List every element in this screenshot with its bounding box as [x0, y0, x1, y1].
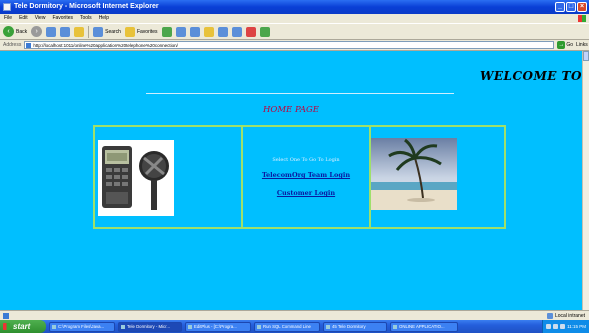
page-title: HOME PAGE — [262, 105, 320, 115]
clock[interactable]: 11:15 PM — [567, 324, 586, 329]
beach-palm-image — [371, 138, 457, 210]
window-title-bar: Tele Dormitory - Microsoft Internet Expl… — [0, 0, 589, 14]
address-url: http://localhost:1011/online%20applicati… — [33, 43, 178, 48]
anemometer-image — [98, 140, 174, 216]
search-label: Search — [105, 28, 121, 35]
taskbar-item-ie[interactable]: Tele Dormitory - Micr... — [118, 321, 182, 332]
customer-login-link[interactable]: Customer Login — [277, 189, 335, 197]
console-icon — [257, 324, 261, 329]
favorites-label: Favorites — [136, 28, 158, 35]
table-cell-right — [371, 127, 504, 227]
taskbar-item-label: ONLINE APPLICATIO... — [399, 323, 445, 329]
print-icon[interactable] — [189, 26, 200, 37]
tools-icon[interactable] — [259, 26, 270, 37]
taskbar-item-label: Tele Dormitory - Micr... — [127, 323, 170, 329]
folder-icon — [393, 324, 397, 329]
page-status-icon — [3, 313, 9, 319]
taskbar-item-java-folder[interactable]: C:\Program Files\Java... — [49, 321, 115, 332]
start-button[interactable]: start — [0, 320, 46, 333]
forward-button[interactable]: › — [31, 26, 43, 37]
welcome-heading: WELCOME TO — [479, 69, 582, 83]
windows-logo-icon — [578, 15, 586, 22]
toolbar-separator — [88, 25, 90, 38]
taskbar-item-group[interactable]: 45 Tele Dormitory — [323, 321, 387, 332]
back-arrow-icon: ‹ — [3, 26, 14, 37]
go-arrow-icon: → — [557, 41, 566, 49]
ie-icon — [121, 324, 125, 329]
taskbar-item-label: 45 Tele Dormitory — [332, 323, 366, 329]
table-cell-middle: Select One To Go To Login TelecomOrg Tea… — [243, 127, 371, 227]
favorites-button[interactable]: Favorites — [124, 26, 158, 37]
back-button[interactable]: ‹ Back — [3, 26, 27, 37]
editplus-icon — [188, 324, 192, 329]
mail-icon[interactable] — [175, 26, 186, 37]
search-button[interactable]: Search — [93, 26, 121, 37]
table-cell-left — [95, 127, 243, 227]
close-button[interactable]: × — [577, 2, 587, 12]
home-icon[interactable] — [74, 26, 85, 37]
taskbar-item-sql[interactable]: Run SQL Command Line — [254, 321, 320, 332]
telecom-team-login-link[interactable]: TelecomOrg Team Login — [262, 171, 350, 179]
refresh-icon[interactable] — [60, 26, 71, 37]
page-content: WELCOME TO HOME PAGE Select One To Go To… — [0, 51, 582, 310]
menu-help[interactable]: Help — [99, 14, 109, 23]
history-icon[interactable] — [161, 26, 172, 37]
maximize-button[interactable]: □ — [566, 2, 576, 12]
taskbar-item-label: Run SQL Command Line — [263, 323, 311, 329]
taskbar-item-online-application[interactable]: ONLINE APPLICATIO... — [390, 321, 458, 332]
scrollbar-thumb[interactable] — [583, 51, 589, 61]
search-icon — [93, 26, 104, 37]
edit-icon[interactable] — [217, 26, 228, 37]
folder-icon — [326, 324, 330, 329]
window-controls: _ □ × — [555, 2, 587, 12]
go-button[interactable]: → Go — [557, 41, 573, 49]
page-icon — [26, 43, 32, 48]
start-label: start — [13, 322, 31, 331]
windows-flag-icon — [3, 323, 10, 330]
taskbar: start C:\Program Files\Java... Tele Dorm… — [0, 320, 589, 333]
taskbar-item-label: EditPlus - [C:\Progra... — [194, 323, 237, 329]
horizontal-rule — [146, 93, 454, 94]
menu-edit[interactable]: Edit — [19, 14, 28, 23]
go-label: Go — [566, 42, 574, 48]
tray-icon-network[interactable] — [546, 324, 552, 329]
menu-tools[interactable]: Tools — [80, 14, 92, 23]
menu-favorites[interactable]: Favorites — [52, 14, 73, 23]
address-bar: Address http://localhost:1011/online%20a… — [0, 40, 589, 51]
login-prompt: Select One To Go To Login — [272, 157, 340, 163]
intranet-icon — [546, 313, 553, 319]
tray-icon-volume[interactable] — [553, 324, 559, 329]
taskbar-item-label: C:\Program Files\Java... — [58, 323, 105, 329]
forward-arrow-icon: › — [31, 26, 43, 37]
ie-icon — [3, 3, 11, 11]
folder-icon — [52, 324, 56, 329]
window-title: Tele Dormitory - Microsoft Internet Expl… — [14, 3, 159, 10]
tray-icon-security[interactable] — [560, 324, 566, 329]
menu-bar: File Edit View Favorites Tools Help — [0, 14, 589, 23]
stop-icon[interactable] — [46, 26, 57, 37]
folder-icon[interactable] — [203, 26, 214, 37]
address-label: Address — [3, 42, 22, 48]
toolbar: ‹ Back › Search Favorites — [0, 23, 589, 40]
status-bar: Local intranet — [0, 310, 589, 320]
menu-view[interactable]: View — [35, 14, 46, 23]
login-table: Select One To Go To Login TelecomOrg Tea… — [93, 125, 506, 229]
menu-file[interactable]: File — [4, 14, 12, 23]
back-label: Back — [16, 28, 28, 35]
messenger-icon[interactable] — [231, 26, 242, 37]
links-button[interactable]: Links — [576, 42, 588, 48]
address-input[interactable]: http://localhost:1011/online%20applicati… — [24, 41, 555, 49]
minimize-button[interactable]: _ — [555, 2, 565, 12]
research-icon[interactable] — [245, 26, 256, 37]
star-icon — [124, 26, 135, 37]
vertical-scrollbar[interactable] — [582, 51, 589, 310]
system-tray: 11:15 PM — [542, 320, 589, 333]
taskbar-item-editplus[interactable]: EditPlus - [C:\Progra... — [185, 321, 251, 332]
